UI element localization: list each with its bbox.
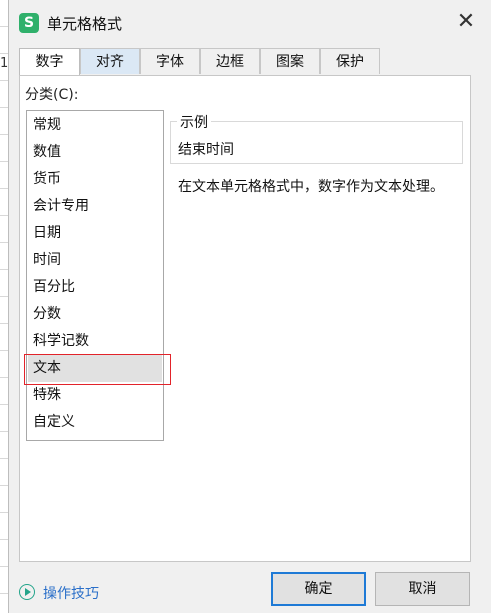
format-description: 在文本单元格格式中，数字作为文本处理。 xyxy=(178,179,444,195)
format-cells-dialog: S 单元格格式 ✕ 数字 对齐 字体 边框 图案 保护 分类(C): 常规 数值… xyxy=(8,0,491,613)
sample-group: 示例 结束时间 xyxy=(170,112,463,164)
category-item-scientific[interactable]: 科学记数 xyxy=(28,328,162,355)
category-item-accounting[interactable]: 会计专用 xyxy=(28,193,162,220)
tab-border[interactable]: 边框 xyxy=(200,48,260,74)
category-item-time[interactable]: 时间 xyxy=(28,247,162,274)
category-item-currency[interactable]: 货币 xyxy=(28,166,162,193)
category-item-number[interactable]: 数值 xyxy=(28,139,162,166)
dialog-title: 单元格格式 xyxy=(47,15,123,33)
play-circle-icon xyxy=(19,584,35,600)
number-tab-panel: 分类(C): 常规 数值 货币 会计专用 日期 时间 百分比 分数 科学记数 文… xyxy=(19,75,471,562)
tips-label: 操作技巧 xyxy=(43,586,99,602)
category-list[interactable]: 常规 数值 货币 会计专用 日期 时间 百分比 分数 科学记数 文本 特殊 自定… xyxy=(24,110,171,441)
category-item-fraction[interactable]: 分数 xyxy=(28,301,162,328)
title-bar: S 单元格格式 ✕ xyxy=(9,0,491,44)
sample-value: 结束时间 xyxy=(178,142,234,158)
category-item-special[interactable]: 特殊 xyxy=(28,382,162,409)
category-item-percentage[interactable]: 百分比 xyxy=(28,274,162,301)
wps-app-icon: S xyxy=(19,13,39,33)
tab-protection[interactable]: 保护 xyxy=(320,48,380,74)
tab-number[interactable]: 数字 xyxy=(19,48,80,76)
ok-button[interactable]: 确定 xyxy=(271,572,366,606)
category-label: 分类(C): xyxy=(25,87,79,103)
close-icon[interactable]: ✕ xyxy=(454,10,478,34)
tab-pattern[interactable]: 图案 xyxy=(260,48,320,74)
tab-alignment[interactable]: 对齐 xyxy=(80,48,140,74)
category-item-general[interactable]: 常规 xyxy=(28,112,162,139)
category-item-custom[interactable]: 自定义 xyxy=(28,409,162,436)
cancel-button[interactable]: 取消 xyxy=(375,572,470,606)
tab-font[interactable]: 字体 xyxy=(140,48,200,74)
sample-legend: 示例 xyxy=(177,112,211,132)
selection-highlight-box xyxy=(24,354,171,385)
category-item-date[interactable]: 日期 xyxy=(28,220,162,247)
